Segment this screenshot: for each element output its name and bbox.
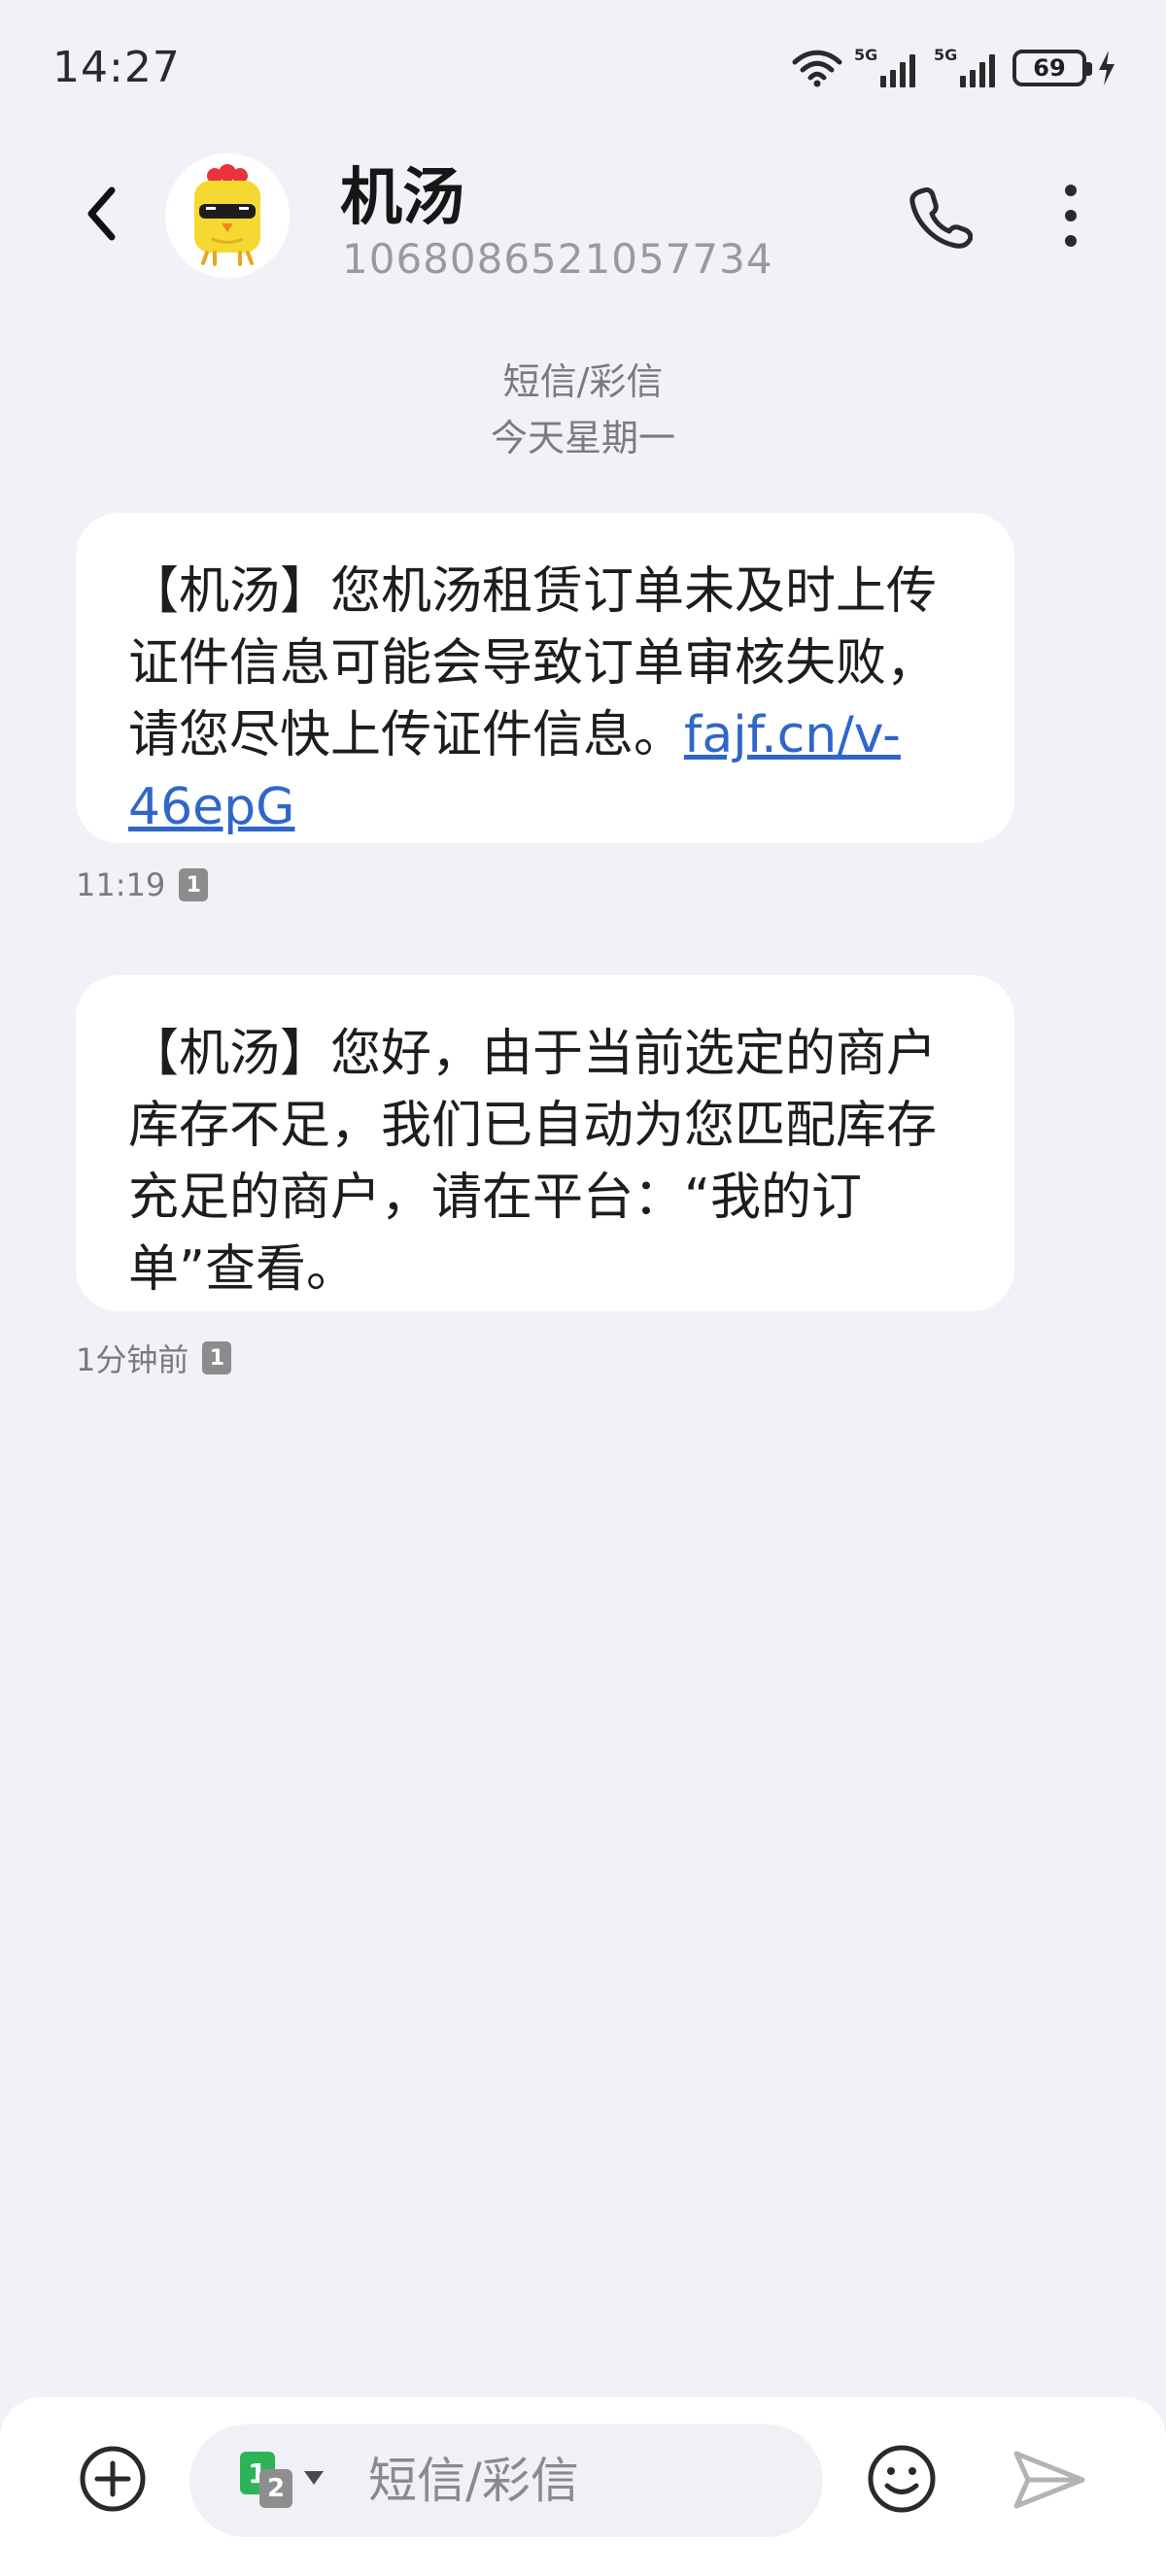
signal-icon-2: 5G: [933, 47, 1003, 89]
chevron-left-icon: [87, 186, 116, 241]
message-time: 1分钟前: [76, 1341, 189, 1378]
conversation-header: 机汤 1068086521057734: [0, 136, 1166, 291]
status-time: 14:27: [52, 43, 181, 92]
composer-bar: 1 2 短信/彩信: [0, 2397, 1166, 2576]
send-button[interactable]: [1011, 2444, 1088, 2516]
signal-icon-1: 5G: [853, 47, 923, 89]
network-type-1: 5G: [854, 47, 877, 64]
contact-name[interactable]: 机汤: [340, 148, 464, 237]
battery-level: 69: [1033, 54, 1066, 82]
contact-number[interactable]: 1068086521057734: [342, 235, 773, 283]
chevron-down-icon: [304, 2471, 324, 2485]
sim-2-icon: 2: [259, 2469, 292, 2508]
sim-badge: 1: [202, 1341, 232, 1374]
date-label: 今天星期一: [490, 417, 675, 459]
battery-icon: 69: [1012, 50, 1092, 86]
message-time: 11:19: [76, 866, 166, 903]
message-meta: 1分钟前 1: [76, 1336, 232, 1380]
plus-circle-icon: [80, 2446, 146, 2512]
attachment-button[interactable]: [78, 2444, 148, 2514]
message-text: 【机汤】您好，由于当前选定的商户库存不足，我们已自动为您匹配库存充足的商户，请在…: [128, 1025, 938, 1299]
charging-icon: [1096, 49, 1117, 87]
status-bar: 14:27 5G 5G 69: [0, 0, 1166, 136]
back-button[interactable]: [68, 180, 136, 248]
phone-icon: [909, 186, 973, 249]
sim-badge: 1: [179, 868, 209, 901]
send-icon: [1013, 2451, 1085, 2509]
status-icons: 5G 5G 69: [791, 47, 1117, 89]
call-button[interactable]: [899, 175, 980, 256]
network-type-2: 5G: [934, 47, 957, 64]
contact-avatar[interactable]: [165, 153, 290, 278]
message-meta: 11:19 1: [76, 866, 209, 903]
wifi-icon: [791, 49, 843, 87]
smile-icon: [868, 2445, 936, 2513]
avatar-chick-icon: [165, 153, 290, 278]
message-input[interactable]: 1 2 短信/彩信: [189, 2424, 823, 2537]
more-options-button[interactable]: [1045, 175, 1097, 256]
more-vertical-icon: [1065, 185, 1077, 247]
emoji-button[interactable]: [863, 2440, 941, 2518]
message-type-label: 短信/彩信: [502, 360, 664, 403]
conversation-date-header: 短信/彩信 今天星期一: [0, 354, 1166, 466]
message-bubble[interactable]: 【机汤】您机汤租赁订单未及时上传证件信息可能会导致订单审核失败，请您尽快上传证件…: [76, 513, 1014, 843]
sim-switch-button[interactable]: 1 2: [240, 2452, 324, 2510]
message-bubble[interactable]: 【机汤】您好，由于当前选定的商户库存不足，我们已自动为您匹配库存充足的商户，请在…: [76, 975, 1014, 1311]
input-placeholder: 短信/彩信: [368, 2453, 579, 2509]
